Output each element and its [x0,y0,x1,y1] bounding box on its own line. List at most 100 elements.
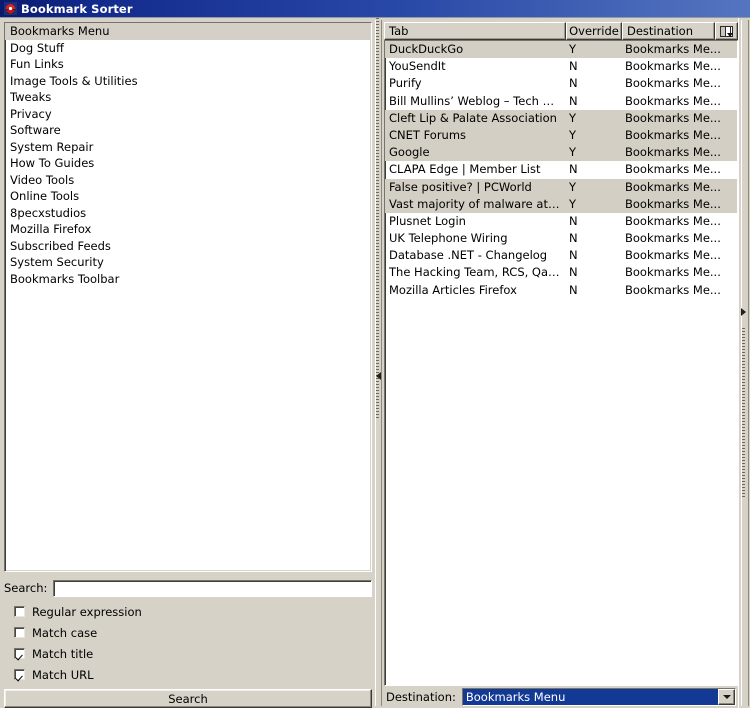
cell-override: Y [569,145,577,160]
cell-tab: Mozilla Articles Firefox [389,282,517,297]
folder-item[interactable]: Tweaks [5,89,371,106]
table-body[interactable]: DuckDuckGo Y Bookmarks Me... YouSendIt N Book… [384,40,738,686]
table-row[interactable]: False positive? | PCWorld Y Bookmarks Me..… [385,178,737,196]
table-row[interactable]: Cleft Lip & Palate Association Y Bookmarks… [385,109,737,127]
cell-destination: Bookmarks Me... [625,145,721,160]
cell-tab: Cleft Lip & Palate Association [389,110,557,125]
cell-override: N [569,93,578,108]
column-header-tab[interactable]: Tab [384,22,566,40]
cell-tab: CNET Forums [389,127,467,142]
table-row[interactable]: Plusnet Login N Bookmarks Me... [385,213,737,230]
folder-item[interactable]: How To Guides [5,155,371,172]
search-option-label: Match title [32,646,94,661]
cell-tab: UK Telephone Wiring [389,231,508,246]
folder-item[interactable]: Dog Stuff [5,40,371,57]
splitter-grip [376,18,379,418]
folder-item[interactable]: Privacy [5,106,371,123]
cell-override: Y [569,42,577,56]
cell-override: N [569,76,578,91]
cell-override: N [569,59,578,74]
right-edge-collapse-icon[interactable] [741,308,746,316]
search-option-label: Match case [32,625,98,640]
folder-item[interactable]: System Repair [5,139,371,156]
column-chooser-button[interactable] [715,22,738,40]
folder-item[interactable]: 8pecxstudios [5,205,371,222]
checkbox-icon[interactable] [14,606,25,617]
table-row[interactable]: Bill Mullins’ Weblog – Tech Thoug... N Boo… [385,93,737,110]
search-button[interactable]: Search [4,689,372,708]
search-option-label: Match URL [32,667,94,682]
destination-bar: Destination: Bookmarks Menu [384,686,738,708]
cell-destination: Bookmarks Me... [625,196,721,211]
column-header-destination[interactable]: Destination [622,22,715,40]
folder-item[interactable]: Online Tools [5,188,371,205]
search-option-row[interactable]: Regular expression [4,601,372,622]
cell-destination: Bookmarks Me... [625,265,721,280]
folder-item[interactable]: Software [5,122,371,139]
cell-tab: Purify [389,76,422,91]
column-header-destination-label: Destination [627,24,693,38]
destination-select[interactable]: Bookmarks Menu [461,688,736,706]
window-titlebar[interactable]: Bookmark Sorter [0,0,750,18]
workspace: Bookmarks Menu Dog Stuff Fun Links Image To… [0,18,750,708]
search-option-row[interactable]: Match title [4,643,372,664]
cell-override: N [569,213,578,228]
table-row[interactable]: The Hacking Team, RCS, Qatif T... N Bookma… [385,264,737,281]
destination-select-value: Bookmarks Menu [462,689,718,705]
cell-tab: Plusnet Login [389,213,466,228]
cell-tab: DuckDuckGo [389,42,464,56]
cell-override: Y [569,110,577,125]
cell-destination: Bookmarks Me... [625,42,721,56]
search-option-row[interactable]: Match URL [4,664,372,685]
search-option-label: Regular expression [32,604,142,619]
cell-destination: Bookmarks Me... [625,110,721,125]
cell-destination: Bookmarks Me... [625,162,721,177]
table-row[interactable]: YouSendIt N Bookmarks Me... [385,58,737,75]
splitter-collapse-icon[interactable] [375,371,381,380]
app-icon [4,2,17,15]
checkbox-icon[interactable] [14,627,25,638]
folder-item[interactable]: Image Tools & Utilities [5,73,371,90]
search-button-label: Search [168,691,208,706]
folder-item[interactable]: Video Tools [5,172,371,189]
bookmarks-table: Tab Override Destination DuckDuckGo Y Book… [384,22,738,686]
checkbox-icon[interactable] [14,669,25,680]
table-row[interactable]: Purify N Bookmarks Me... [385,75,737,92]
table-row[interactable]: Mozilla Articles Firefox N Bookmarks Me... [385,282,737,299]
folder-item[interactable]: Subscribed Feeds [5,238,371,255]
table-row[interactable]: Vast majority of malware attacks ... Y Boo… [385,195,737,213]
cell-tab: CLAPA Edge | Member List [389,162,541,177]
table-row[interactable]: UK Telephone Wiring N Bookmarks Me... [385,230,737,247]
search-label: Search: [4,581,48,595]
chevron-down-icon[interactable] [718,689,735,705]
checkbox-icon[interactable] [14,648,25,659]
cell-override: N [569,248,578,263]
search-options: Regular expression Match case Match title M… [4,601,372,685]
cell-destination: Bookmarks Me... [625,76,721,91]
table-row[interactable]: CNET Forums Y Bookmarks Me... [385,126,737,145]
cell-destination: Bookmarks Me... [625,93,721,108]
cell-override: Y [569,196,577,211]
table-header-row: Tab Override Destination [384,22,738,40]
right-edge-splitter[interactable] [738,18,750,708]
cell-tab: The Hacking Team, RCS, Qatif T... [389,265,565,280]
table-row[interactable]: DuckDuckGo Y Bookmarks Me... [385,41,737,59]
table-row[interactable]: Database .NET - Changelog N Bookmarks Me..… [385,247,737,264]
folder-item[interactable]: Mozilla Firefox [5,221,371,238]
pane-splitter[interactable] [372,18,384,708]
folder-item[interactable]: Fun Links [5,56,371,73]
folder-item[interactable]: Bookmarks Toolbar [5,271,371,288]
folder-item[interactable]: System Security [5,254,371,271]
folder-list[interactable]: Bookmarks Menu Dog Stuff Fun Links Image To… [4,22,372,572]
table-row[interactable]: Google Y Bookmarks Me... [385,144,737,162]
column-header-override[interactable]: Override [566,22,622,40]
cell-override: Y [569,179,577,194]
cell-destination: Bookmarks Me... [625,248,721,263]
cell-destination: Bookmarks Me... [625,282,721,297]
folder-item[interactable]: Bookmarks Menu [5,23,371,40]
search-input[interactable] [53,579,372,597]
cell-destination: Bookmarks Me... [625,231,721,246]
cell-tab: YouSendIt [389,59,446,74]
search-option-row[interactable]: Match case [4,622,372,643]
table-row[interactable]: CLAPA Edge | Member List N Bookmarks Me... [385,161,737,178]
